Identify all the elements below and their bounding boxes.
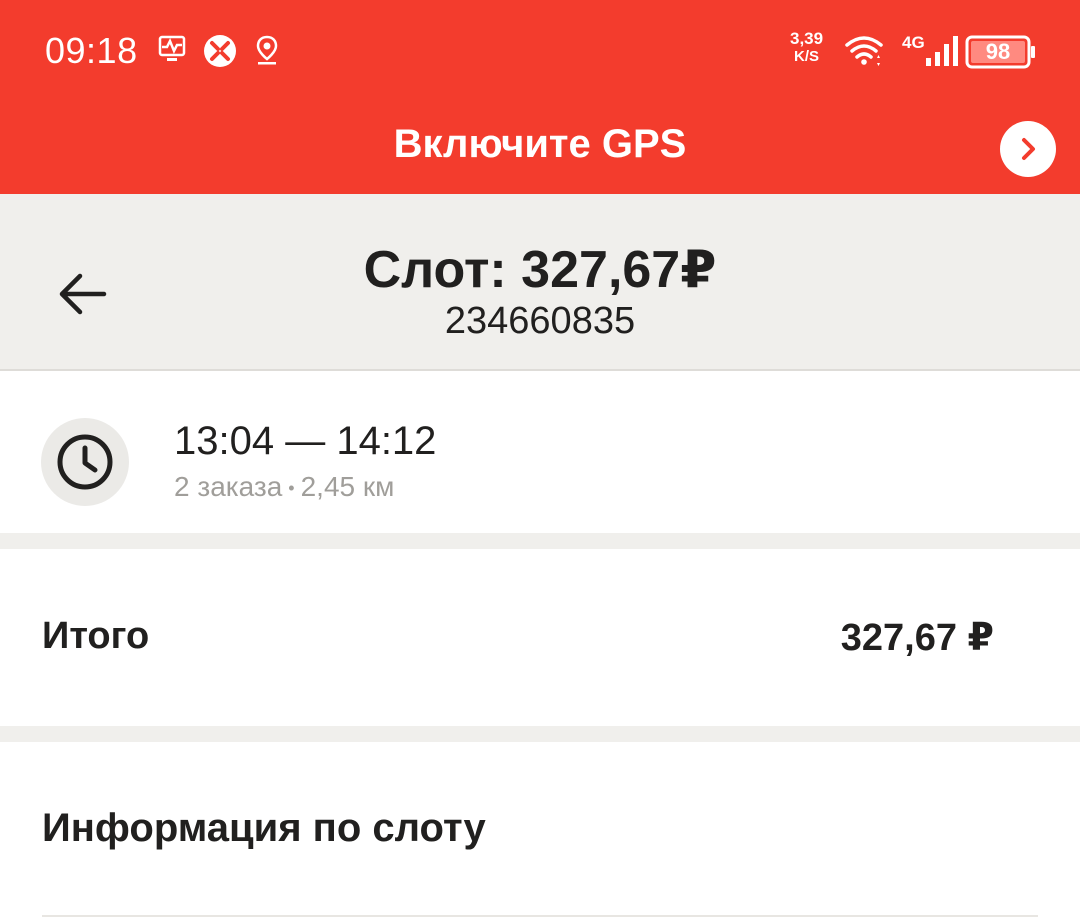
status-bar: 09:18 3,39 K/S 4G 98 — [0, 0, 1080, 100]
battery-level: 98 — [985, 39, 1011, 64]
separator-dot: • — [288, 478, 295, 499]
status-time: 09:18 — [45, 30, 138, 71]
clock-badge — [41, 418, 129, 506]
total-value: 327,67 ₽ — [840, 617, 994, 659]
slot-meta: 2 заказа • 2,45 км — [174, 471, 394, 503]
divider — [42, 915, 1038, 917]
chevron-right-icon — [1022, 138, 1035, 160]
gps-banner-button[interactable] — [1000, 121, 1056, 177]
net-speed-unit: K/S — [794, 48, 820, 65]
activity-icon — [158, 34, 186, 69]
slot-info-section: Информация по слоту — [0, 742, 1080, 919]
net-speed-value: 3,39 — [790, 29, 824, 48]
top-area: 09:18 3,39 K/S 4G 98 Включите GPS — [0, 0, 1080, 194]
total-row: Итого 327,67 ₽ — [0, 549, 1080, 726]
wifi-icon — [844, 34, 884, 73]
gps-banner-text[interactable]: Включите GPS — [0, 122, 1080, 167]
section-divider — [0, 533, 1080, 549]
distance: 2,45 км — [300, 471, 395, 502]
slot-id: 234660835 — [444, 300, 636, 342]
page-title: Слот: 327,67₽ — [363, 241, 717, 299]
location-icon — [254, 34, 280, 71]
info-title: Информация по слоту — [42, 806, 486, 850]
time-range: 13:04 — 14:12 — [174, 419, 437, 463]
signal-icon — [924, 34, 960, 73]
net-speed: 3,39 K/S — [790, 30, 823, 66]
clock-icon — [57, 434, 113, 490]
app-notification-icon — [203, 34, 237, 73]
network-type: 4G — [902, 33, 925, 52]
slot-time-row: 13:04 — 14:12 2 заказа • 2,45 км — [0, 373, 1080, 533]
slot-header: Слот: 327,67₽ 234660835 — [0, 194, 1080, 371]
total-label: Итого — [42, 615, 150, 657]
section-divider — [0, 726, 1080, 742]
orders-count: 2 заказа — [174, 471, 283, 502]
